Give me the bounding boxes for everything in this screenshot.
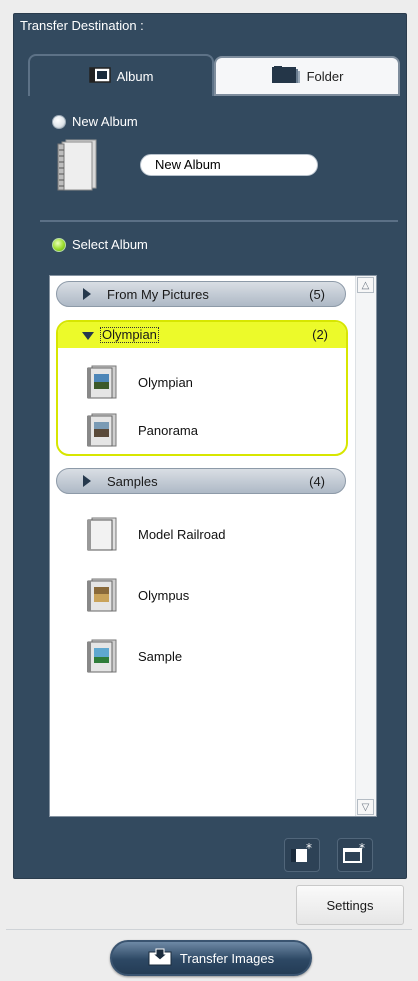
section-divider (40, 220, 398, 222)
new-album-name-field[interactable]: New Album (140, 154, 318, 176)
album-item-label: Panorama (138, 422, 198, 438)
new-album-icon: * (289, 841, 315, 870)
list-scrollbar[interactable]: △ ▽ (355, 276, 376, 816)
new-album-book-icon (56, 138, 98, 197)
tab-album-label: Album (116, 68, 154, 84)
album-icon (88, 66, 111, 86)
svg-text:*: * (306, 841, 312, 855)
folder-icon (271, 65, 301, 88)
scroll-up-icon[interactable]: △ (357, 277, 374, 293)
panel-title: Transfer Destination : (20, 18, 144, 33)
group-count: (4) (309, 474, 325, 489)
group-olympian-expanded: Olympian (2) Olympian Panorama (56, 320, 348, 456)
svg-text:*: * (359, 841, 365, 855)
settings-button[interactable]: Settings (296, 885, 404, 925)
group-name: From My Pictures (107, 287, 209, 302)
album-item-label: Olympian (138, 374, 193, 390)
album-list[interactable]: From My Pictures (5) Olympian (2) Olympi… (49, 275, 377, 817)
photo-album-icon (86, 577, 118, 613)
album-item-olympus[interactable]: Olympus (86, 575, 189, 615)
album-item-sample[interactable]: Sample (86, 636, 182, 676)
album-item-label: Olympus (138, 587, 190, 603)
photo-album-icon (86, 412, 118, 448)
group-olympian-header[interactable]: Olympian (2) (58, 322, 346, 348)
photo-album-icon (86, 364, 118, 400)
new-album-button[interactable]: * (284, 838, 320, 872)
scroll-down-icon[interactable]: ▽ (357, 799, 374, 815)
group-count: (2) (312, 327, 328, 342)
group-from-my-pictures[interactable]: From My Pictures (5) (56, 281, 346, 307)
new-album-radio-label: New Album (72, 114, 138, 129)
album-item-label: Model Railroad (138, 526, 226, 542)
collapse-arrow-icon (82, 332, 94, 340)
tab-folder-label: Folder (306, 68, 344, 84)
photo-album-icon (86, 638, 118, 674)
transfer-destination-panel: Transfer Destination : Album Folder New … (13, 13, 407, 879)
expand-arrow-icon (83, 475, 91, 487)
new-folder-icon: * (342, 841, 368, 870)
empty-album-icon (86, 516, 118, 552)
new-folder-button[interactable]: * (337, 838, 373, 872)
expand-arrow-icon (83, 288, 91, 300)
album-item-panorama[interactable]: Panorama (86, 410, 198, 450)
group-name: Olympian (100, 327, 159, 343)
select-album-radio[interactable] (52, 238, 66, 252)
transfer-images-label: Transfer Images (179, 950, 275, 966)
transfer-images-button[interactable]: Transfer Images (110, 940, 312, 976)
tab-album[interactable]: Album (28, 54, 214, 96)
album-item-model-railroad[interactable]: Model Railroad (86, 514, 225, 554)
group-samples[interactable]: Samples (4) (56, 468, 346, 494)
album-item-label: Sample (138, 648, 183, 664)
footer-divider (6, 929, 412, 930)
group-name: Samples (107, 474, 158, 489)
select-album-radio-label: Select Album (72, 237, 148, 252)
group-count: (5) (309, 287, 325, 302)
tab-folder[interactable]: Folder (214, 56, 400, 96)
new-album-radio[interactable] (52, 115, 66, 129)
album-item-olympian[interactable]: Olympian (86, 362, 193, 402)
transfer-icon (148, 948, 172, 969)
